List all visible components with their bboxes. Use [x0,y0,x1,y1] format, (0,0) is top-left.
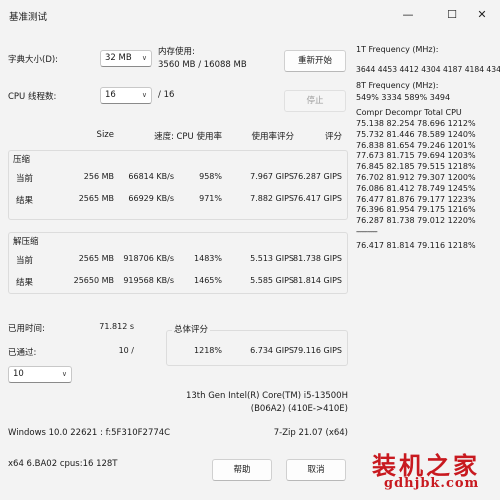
compress-current-size: 256 MB [83,172,114,181]
decompress-current-speed: 918706 KB/s [123,254,174,263]
compress-label: 压缩 [13,155,31,165]
freq-8t-values: 549% 3334 589% 3494 [356,93,451,102]
close-button[interactable]: ✕ [468,4,496,26]
watermark-url: gdhjbk.com [384,476,480,491]
log-row: 76.845 82.185 79.515 1218% [356,162,476,172]
memory-usage-label: 内存使用: [158,47,195,57]
passed-value: 10 / [118,346,134,355]
compress-result-cpu: 971% [199,194,222,203]
compress-result-rating: 76.417 GIPS [293,194,342,203]
passes-select[interactable]: 10 ∨ [8,366,72,383]
log-row: 76.396 81.954 79.175 1216% [356,205,476,215]
cpu-threads-label: CPU 线程数: [8,92,57,102]
freq-1t-values: 3644 4453 4412 4304 4187 4184 4346 [356,65,500,74]
minimize-button[interactable]: — [394,4,422,26]
col-size: Size [96,130,114,140]
window-title: 基准测试 [9,12,48,23]
title-bar [0,0,500,30]
chevron-down-icon: ∨ [61,370,67,378]
decompress-current-label: 当前 [16,256,34,266]
elapsed-time-value: 71.812 s [99,322,134,331]
passed-label: 已通过: [8,348,37,358]
compress-group [8,150,348,220]
decompress-result-speed: 919568 KB/s [123,276,174,285]
cpu-threads-select[interactable]: 16 ∨ [100,87,152,104]
log-row: 76.287 81.738 79.012 1220% [356,216,476,226]
total-rating-rating: 79.116 GIPS [293,346,342,355]
total-rating-label: 总体评分 [172,323,211,335]
dict-size-value: 32 MB [105,53,132,63]
freq-1t-label: 1T Frequency (MHz): [356,45,439,54]
decompress-result-label: 结果 [16,278,34,288]
col-speed: 速度: [154,132,174,142]
compress-result-size: 2565 MB [78,194,114,203]
help-button[interactable]: 帮助 [212,459,272,481]
stop-button[interactable]: 停止 [284,90,346,112]
col-rating: 评分 [324,132,342,142]
compress-result-speed: 66929 KB/s [128,194,174,203]
col-usage-rating: 使用率评分 [251,132,294,142]
os-info: Windows 10.0 22621 : f:5F310F2774C [8,428,171,438]
decompress-label: 解压缩 [13,237,39,247]
compress-current-rating: 76.287 GIPS [293,172,342,181]
decompress-result-cpu: 1465% [194,276,222,285]
maximize-button[interactable]: ☐ [438,4,466,26]
elapsed-time-label: 已用时间: [8,324,45,334]
zip-version: 7-Zip 21.07 (x64) [273,428,348,438]
log-row: 75.732 81.446 78.589 1240% [356,129,476,139]
col-cpu-usage: CPU 使用率 [176,132,223,142]
log-row: 75.138 82.254 78.696 1212% [356,119,476,128]
total-rating-cpu: 1218% [194,346,222,355]
decompress-result-rating: 81.814 GIPS [293,276,342,285]
cpu-threads-value: 16 [105,90,116,100]
log-list: 75.138 82.254 78.696 1212% 75.732 81.446… [356,119,476,252]
log-row: 76.838 81.654 79.246 1201% [356,140,476,150]
decompress-result-size: 25650 MB [73,276,114,285]
log-separator: ----------- [356,226,378,236]
log-row: 77.673 81.715 79.694 1203% [356,151,476,161]
arch-info: x64 6.BA02 cpus:16 128T [8,459,118,469]
log-row: 76.086 81.412 78.749 1245% [356,183,476,193]
log-total: 76.417 81.814 79.116 1218% [356,240,476,250]
compress-current-speed: 66814 KB/s [128,172,174,181]
log-header: Compr Decompr Total CPU [356,108,462,117]
cpu-id: (B06A2) (410E->410E) [250,404,348,414]
cpu-model: 13th Gen Intel(R) Core(TM) i5-13500H [185,391,348,401]
compress-current-cpu: 958% [199,172,222,181]
dict-size-select[interactable]: 32 MB ∨ [100,50,152,67]
compress-result-label: 结果 [16,196,34,206]
dict-size-label: 字典大小(D): [8,55,59,65]
cpu-threads-total: / 16 [158,90,175,100]
log-row: 76.477 81.876 79.177 1223% [356,194,476,204]
decompress-current-cpu: 1483% [194,254,222,263]
memory-usage-value: 3560 MB / 16088 MB [158,60,247,70]
freq-8t-label: 8T Frequency (MHz): [356,81,439,90]
cancel-button[interactable]: 取消 [286,459,346,481]
decompress-current-rating: 81.738 GIPS [293,254,342,263]
chevron-down-icon: ∨ [141,54,147,62]
chevron-down-icon: ∨ [141,91,147,99]
passes-value: 10 [13,369,24,379]
compress-current-label: 当前 [16,174,34,184]
decompress-current-size: 2565 MB [78,254,114,263]
log-row: 76.702 81.912 79.307 1200% [356,172,476,182]
restart-button[interactable]: 重新开始 [284,50,346,72]
